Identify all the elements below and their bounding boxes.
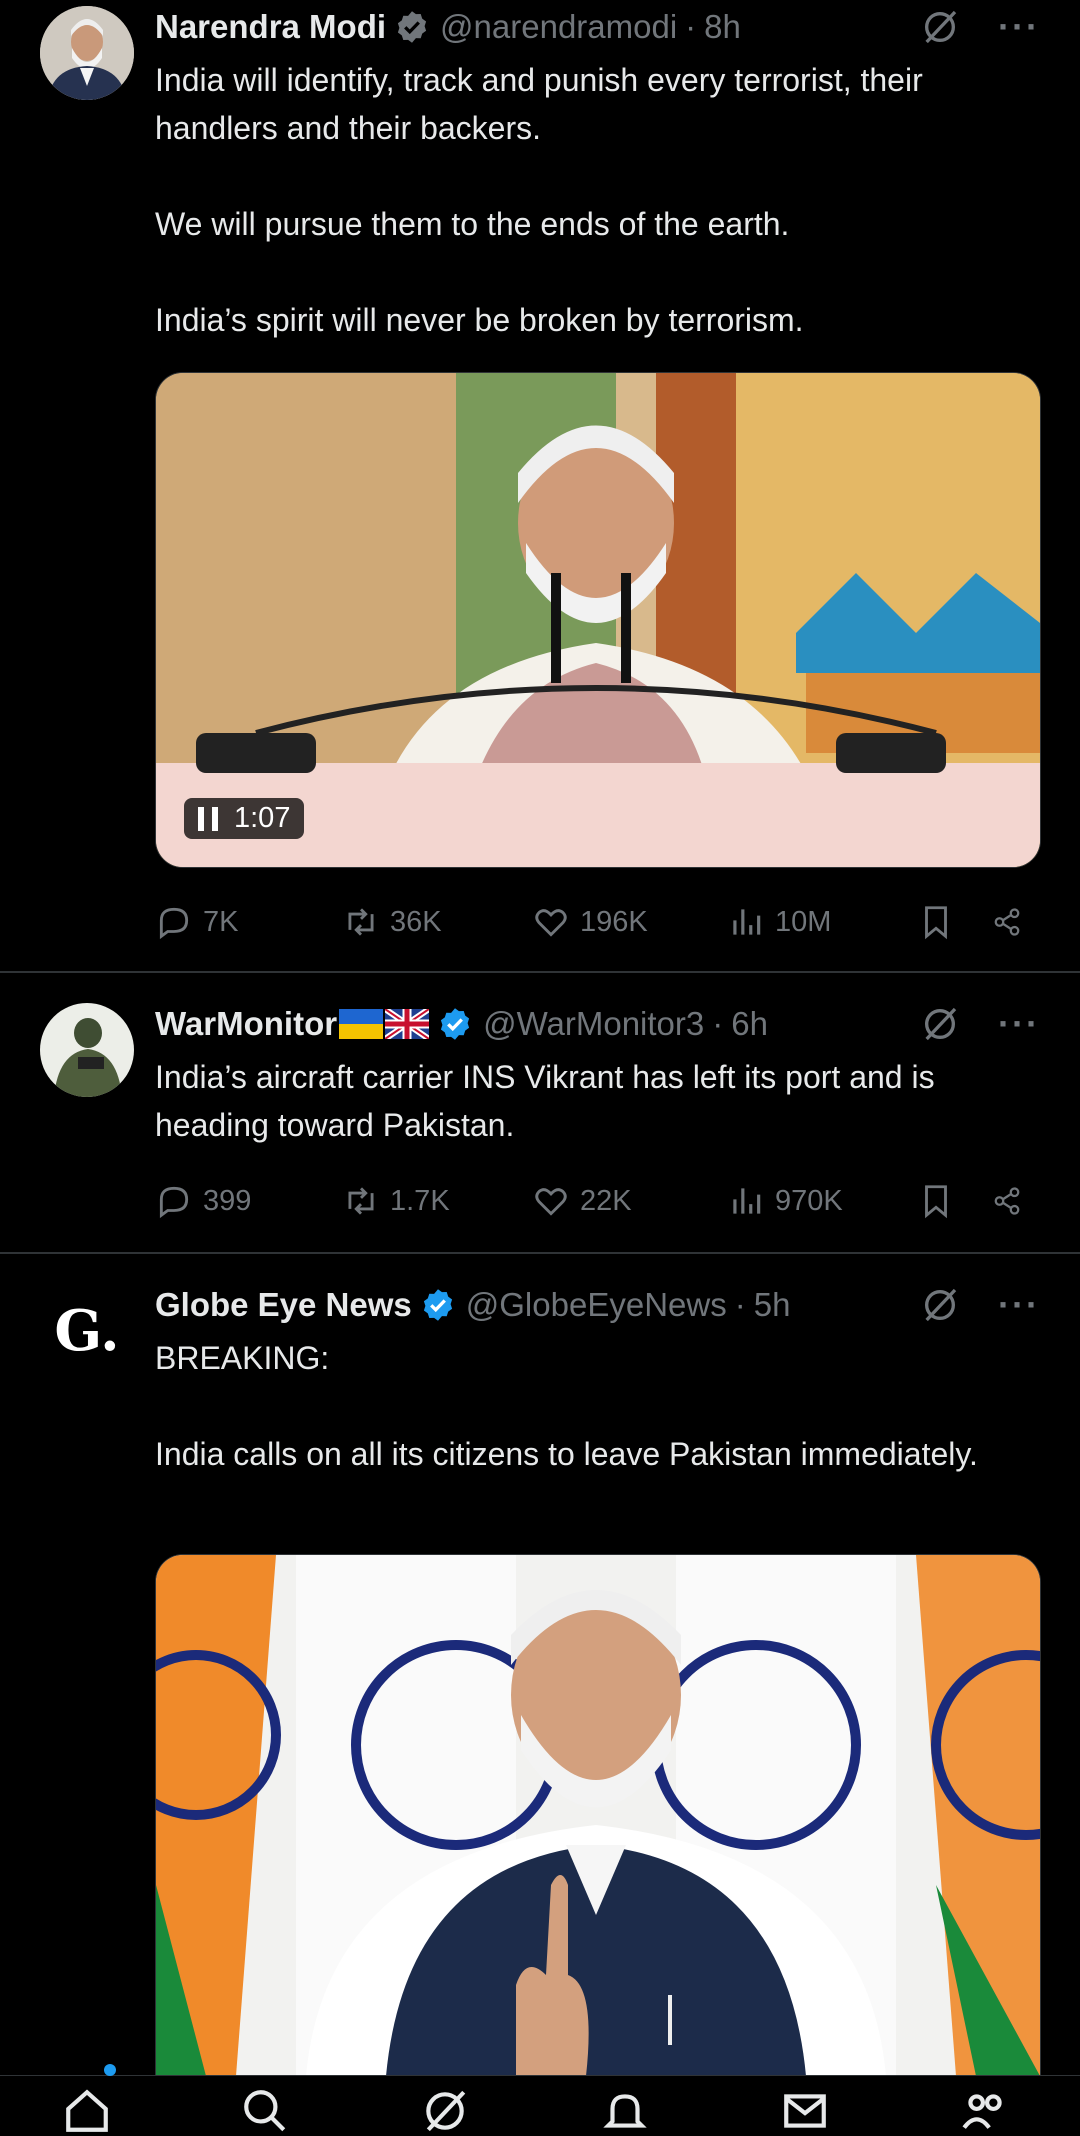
communities-icon[interactable] [960, 2086, 1010, 2136]
like-icon [535, 1188, 567, 1216]
avatar[interactable]: G. [40, 1284, 134, 1378]
repost-button[interactable]: 36K [342, 903, 532, 941]
post-warmonitor[interactable]: WarMonitor @WarMonitor3 · 6h ··· India’s… [0, 973, 1080, 1251]
repost-count: 36K [390, 905, 442, 938]
post-header: Narendra Modi @narendramodi · 8h ··· [155, 2, 1060, 52]
avatar-letter: G. [54, 1298, 120, 1364]
repost-button[interactable]: 1.7K [342, 1182, 532, 1220]
more-icon[interactable]: ··· [998, 1003, 1040, 1045]
bookmark-button[interactable] [917, 1182, 992, 1220]
verified-badge-icon [437, 1006, 473, 1042]
share-button[interactable] [992, 903, 1032, 941]
author-name[interactable]: Globe Eye News [155, 1286, 412, 1324]
like-button[interactable]: 196K [532, 903, 727, 941]
post-narendra-modi[interactable]: Narendra Modi @narendramodi · 8h ··· Ind… [0, 0, 1080, 970]
grok-tab-icon[interactable] [420, 2086, 470, 2136]
notifications-icon[interactable] [600, 2086, 650, 2136]
like-count: 22K [580, 1184, 632, 1217]
grok-icon[interactable] [920, 1004, 960, 1044]
post-photo [156, 1555, 1040, 2076]
like-button[interactable]: 22K [532, 1182, 727, 1220]
view-count: 970K [775, 1184, 843, 1217]
separator-dot: · [712, 1005, 724, 1042]
pause-icon[interactable] [198, 806, 218, 831]
post-actions: 7K 36K 196K 10M [155, 897, 1040, 947]
home-icon[interactable] [62, 2086, 112, 2136]
repost-icon [348, 908, 374, 936]
avatar[interactable] [40, 1003, 134, 1097]
reply-button[interactable]: 7K [155, 903, 342, 941]
views-icon [733, 909, 761, 935]
reply-count: 7K [203, 905, 239, 938]
post-globe-eye-news[interactable]: G. Globe Eye News @GlobeEyeNews · 5h ···… [0, 1254, 1080, 2076]
uk-flag-icon [385, 1009, 430, 1039]
more-icon[interactable]: ··· [998, 1284, 1040, 1326]
messages-icon[interactable] [780, 2086, 830, 2136]
post-text: India’s aircraft carrier INS Vikrant has… [155, 1059, 944, 1143]
more-icon[interactable]: ··· [998, 6, 1040, 48]
views-icon [733, 1188, 761, 1214]
author-handle[interactable]: @narendramodi [440, 8, 677, 46]
reply-count: 399 [203, 1184, 252, 1217]
post-header: Globe Eye News @GlobeEyeNews · 5h ··· [155, 1280, 1060, 1330]
like-count: 196K [580, 905, 648, 938]
post-header: WarMonitor @WarMonitor3 · 6h ··· [155, 999, 1060, 1049]
separator-dot: · [685, 8, 697, 45]
verified-badge-icon [420, 1287, 456, 1323]
home-notification-dot [104, 2064, 116, 2076]
video-frame-image [156, 373, 1040, 867]
author-name[interactable]: WarMonitor [155, 1005, 337, 1043]
author-flags [339, 1009, 430, 1039]
post-time[interactable]: 5h [754, 1286, 791, 1324]
post-image[interactable] [155, 1554, 1041, 2076]
bottom-tab-bar [0, 2064, 1080, 2132]
reply-icon [159, 907, 189, 940]
separator-dot: · [734, 1286, 746, 1323]
reply-icon [159, 1186, 189, 1219]
post-time[interactable]: 8h [704, 8, 741, 46]
post-actions: 399 1.7K 22K 970K [155, 1176, 1040, 1226]
post-text: India will identify, track and punish ev… [155, 62, 923, 338]
author-name[interactable]: Narendra Modi [155, 8, 386, 46]
ukraine-flag-icon [339, 1009, 384, 1039]
views-button[interactable]: 10M [727, 903, 917, 941]
bookmark-icon [925, 906, 947, 940]
author-handle[interactable]: @WarMonitor3 [483, 1005, 704, 1043]
author-handle[interactable]: @GlobeEyeNews [466, 1286, 727, 1324]
post-video[interactable]: 1:07 [155, 372, 1041, 868]
repost-icon [348, 1187, 374, 1215]
post-text: BREAKING: India calls on all its citizen… [155, 1340, 978, 1472]
view-count: 10M [775, 905, 832, 938]
like-icon [535, 909, 567, 937]
views-button[interactable]: 970K [727, 1182, 917, 1220]
grok-icon[interactable] [920, 7, 960, 47]
bookmark-button[interactable] [917, 903, 992, 941]
verified-badge-icon [394, 9, 430, 45]
share-button[interactable] [992, 1182, 1032, 1220]
grok-icon[interactable] [920, 1285, 960, 1325]
video-time-label: 1:07 [234, 802, 291, 834]
post-time[interactable]: 6h [731, 1005, 768, 1043]
video-timestamp[interactable]: 1:07 [184, 798, 305, 839]
bookmark-icon [925, 1185, 947, 1219]
avatar[interactable] [40, 6, 134, 100]
repost-count: 1.7K [390, 1184, 450, 1217]
share-icon [994, 908, 1020, 936]
reply-button[interactable]: 399 [155, 1182, 342, 1220]
search-icon[interactable] [240, 2086, 290, 2136]
share-icon [994, 1187, 1020, 1215]
